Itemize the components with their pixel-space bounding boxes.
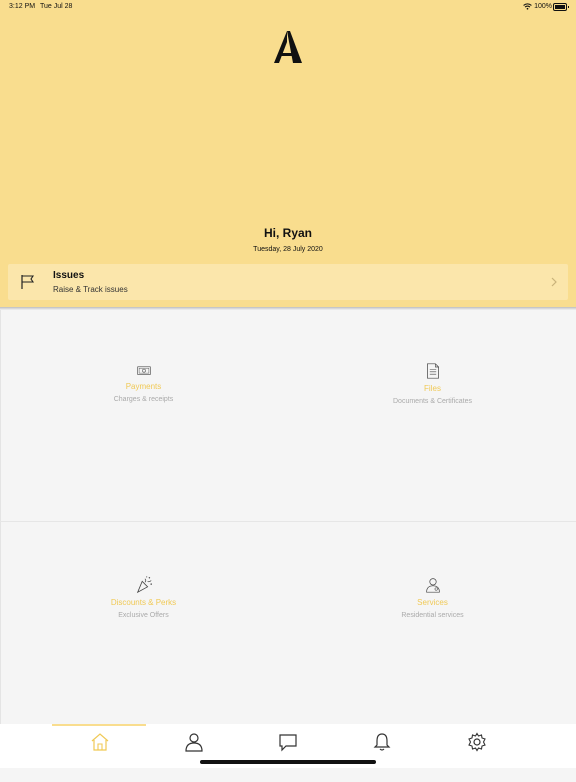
- greeting-text: Hi, Ryan: [263, 226, 312, 240]
- tile-title: Services: [417, 598, 448, 607]
- tile-subtitle: Exclusive Offers: [118, 612, 169, 619]
- status-bar: 3:12 PM Tue Jul 28 100%: [0, 0, 576, 14]
- tile-subtitle: Residential services: [401, 612, 464, 619]
- messages-icon[interactable]: [278, 732, 298, 752]
- battery-icon: [553, 3, 569, 11]
- flag-icon: [21, 275, 35, 289]
- issues-card[interactable]: Issues Raise & Track issues: [8, 264, 568, 300]
- tile-payments[interactable]: Payments Charges & receipts: [0, 364, 287, 570]
- active-tab-indicator: [52, 724, 146, 726]
- home-indicator: [200, 760, 376, 764]
- brand-logo: [274, 31, 302, 63]
- date-text: Tuesday, 28 July 2020: [253, 246, 323, 253]
- wifi-icon: [523, 3, 532, 10]
- profile-icon[interactable]: [184, 732, 204, 752]
- battery-percent: 100%: [534, 3, 552, 10]
- tile-title: Discounts & Perks: [110, 598, 177, 607]
- person-icon: [425, 578, 440, 593]
- document-icon: [426, 363, 439, 379]
- bell-icon[interactable]: [372, 732, 392, 752]
- status-right: 100%: [523, 3, 552, 10]
- status-date: Tue Jul 28: [40, 3, 73, 10]
- header-banner: 3:12 PM Tue Jul 28 100% Hi, Ryan Tuesday…: [0, 0, 576, 307]
- tile-subtitle: Documents & Certificates: [393, 398, 472, 405]
- issues-title: Issues: [53, 270, 85, 281]
- tile-files[interactable]: Files Documents & Certificates: [289, 362, 576, 568]
- status-time: 3:12 PM: [9, 3, 36, 10]
- chevron-right-icon: [551, 277, 557, 287]
- cash-icon: [136, 366, 151, 375]
- gear-icon[interactable]: [467, 732, 487, 752]
- tile-title: Payments: [125, 382, 162, 391]
- confetti-icon: [136, 576, 152, 594]
- grid-left-border: [0, 310, 1, 724]
- tile-subtitle: Charges & receipts: [113, 396, 174, 403]
- issues-subtitle: Raise & Track issues: [53, 285, 128, 294]
- feature-grid: Payments Charges & receipts Files Docume…: [0, 310, 576, 724]
- home-icon[interactable]: [90, 732, 110, 752]
- grid-divider: [0, 521, 576, 522]
- tile-title: Files: [424, 384, 441, 393]
